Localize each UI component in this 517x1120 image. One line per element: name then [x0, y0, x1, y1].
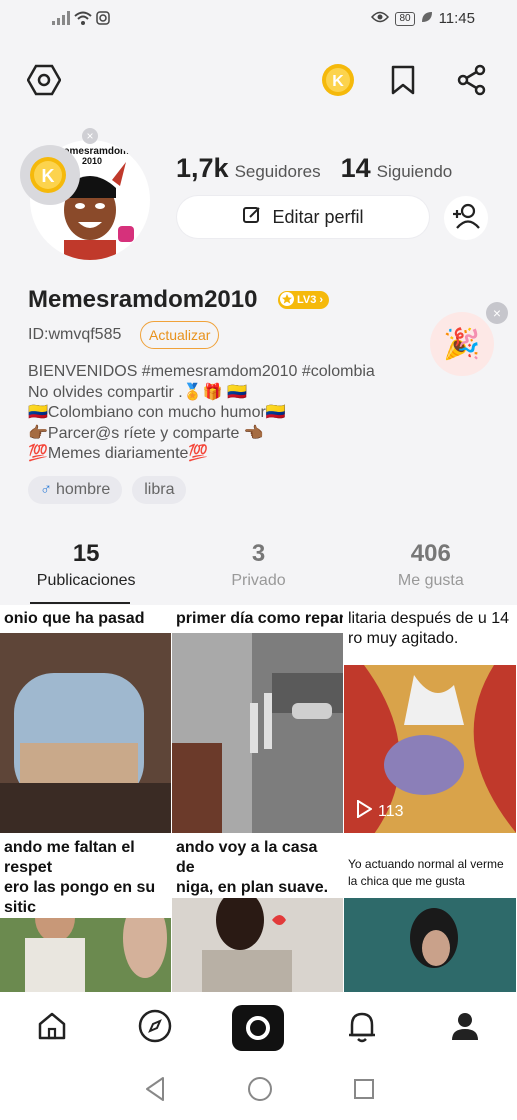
avatar-coin-badge: K — [20, 145, 80, 205]
post-caption: onio que ha pasad — [0, 605, 171, 629]
clock-time: 11:45 — [438, 10, 475, 27]
user-id: ID:wmvqf585 — [28, 326, 122, 343]
followers-label[interactable]: Seguidores — [235, 162, 321, 182]
share-icon[interactable] — [452, 60, 492, 100]
tab-count: 406 — [410, 540, 451, 567]
post-image — [0, 633, 171, 833]
system-navigation — [0, 1063, 517, 1120]
tab-label: Privado — [231, 572, 286, 589]
post-thumbnail[interactable]: primer día como repart — [172, 605, 344, 834]
status-bar: 80 11:45 — [0, 0, 517, 40]
play-count-value: 113 — [378, 802, 404, 820]
tag-gender[interactable]: ♂ hombre — [28, 476, 123, 504]
edit-profile-label: Editar perfil — [272, 206, 364, 227]
tab-label: Me gusta — [397, 572, 464, 589]
following-count[interactable]: 14 — [341, 153, 371, 184]
posts-grid: onio que ha pasad primer día como repart — [0, 605, 517, 993]
bottom-navigation — [0, 993, 517, 1063]
profile-tabs: 15 Publicaciones 3 Privado 406 Me gusta — [0, 540, 517, 604]
post-image — [172, 633, 343, 833]
post-image — [344, 898, 516, 992]
edit-profile-button[interactable]: Editar perfil — [177, 196, 429, 238]
battery-indicator: 80 — [395, 11, 415, 26]
wifi-icon — [74, 11, 92, 30]
tab-label: Publicaciones — [36, 572, 136, 589]
coin-icon[interactable]: K — [318, 60, 358, 100]
top-action-bar: K — [0, 60, 517, 104]
user-icon — [449, 1010, 481, 1047]
nav-explore[interactable] — [129, 1002, 181, 1054]
active-tab-indicator — [30, 602, 130, 604]
add-friend-button[interactable] — [444, 196, 488, 240]
svg-text:K: K — [42, 166, 55, 186]
update-button[interactable]: Actualizar — [140, 321, 220, 349]
compass-icon — [138, 1009, 172, 1048]
post-thumbnail[interactable]: Yo actuando normal al verme la chica que… — [344, 834, 517, 993]
post-thumbnail[interactable]: litaria después de u 14 ro muy agitado. … — [344, 605, 517, 834]
svg-text:2010: 2010 — [82, 156, 102, 166]
level-badge[interactable]: LV3 › — [278, 291, 330, 309]
nav-home[interactable] — [26, 1002, 78, 1054]
profile-tags: ♂ hombre libra — [28, 476, 187, 504]
bookmark-icon[interactable] — [383, 60, 423, 100]
edit-icon — [242, 205, 262, 230]
post-caption: litaria después de u 14 ro muy agitado. — [344, 605, 516, 649]
nav-camera[interactable] — [232, 1002, 285, 1054]
instagram-notification-icon — [96, 11, 110, 30]
tab-me-gusta[interactable]: 406 Me gusta — [345, 540, 517, 604]
post-thumbnail[interactable]: onio que ha pasad — [0, 605, 172, 834]
settings-hexagon-icon[interactable] — [24, 60, 64, 100]
chevron-right-icon: › — [319, 294, 324, 306]
close-icon[interactable]: × — [82, 128, 98, 144]
camera-icon — [232, 1005, 285, 1051]
bio-text: BIENVENIDOS #memesramdom2010 #colombia N… — [28, 363, 375, 462]
add-user-icon — [452, 203, 480, 234]
bell-icon — [346, 1009, 378, 1048]
back-icon[interactable] — [143, 1076, 167, 1107]
play-count: 113 — [356, 799, 404, 823]
nav-profile[interactable] — [439, 1002, 491, 1054]
home-circle-icon[interactable] — [247, 1076, 273, 1107]
recents-icon[interactable] — [353, 1078, 375, 1105]
tab-privado[interactable]: 3 Privado — [172, 540, 344, 604]
star-icon — [280, 291, 294, 309]
followers-count[interactable]: 1,7k — [176, 153, 229, 184]
close-icon[interactable]: × — [486, 302, 508, 324]
level-label: LV3 — [297, 294, 317, 306]
home-icon — [36, 1010, 68, 1047]
post-caption: Yo actuando normal al verme la chica que… — [344, 834, 516, 890]
post-caption: ando voy a la casa de niga, en plan suav… — [172, 834, 343, 898]
signal-icon — [52, 11, 70, 30]
post-caption: primer día como repart — [172, 605, 343, 629]
eye-icon — [371, 10, 390, 27]
play-icon — [356, 799, 373, 823]
post-thumbnail[interactable]: ando voy a la casa de niga, en plan suav… — [172, 834, 344, 993]
following-label[interactable]: Siguiendo — [377, 162, 453, 182]
male-icon: ♂ — [40, 481, 52, 498]
leaf-icon — [421, 10, 433, 27]
tab-count: 3 — [251, 540, 266, 567]
svg-text:K: K — [332, 73, 344, 90]
tab-publicaciones[interactable]: 15 Publicaciones — [0, 540, 172, 604]
tag-label: hombre — [56, 481, 111, 498]
stats-row: 1,7k Seguidores 14 Siguiendo — [176, 153, 466, 184]
nav-notifications[interactable] — [336, 1002, 388, 1054]
username: Memesramdom2010 — [28, 286, 258, 313]
tag-zodiac[interactable]: libra — [132, 476, 187, 504]
tag-label: libra — [144, 481, 175, 498]
tab-count: 15 — [72, 540, 100, 567]
post-thumbnail[interactable]: ando me faltan el respet ero las pongo e… — [0, 834, 172, 993]
post-caption: ando me faltan el respet ero las pongo e… — [0, 834, 171, 918]
